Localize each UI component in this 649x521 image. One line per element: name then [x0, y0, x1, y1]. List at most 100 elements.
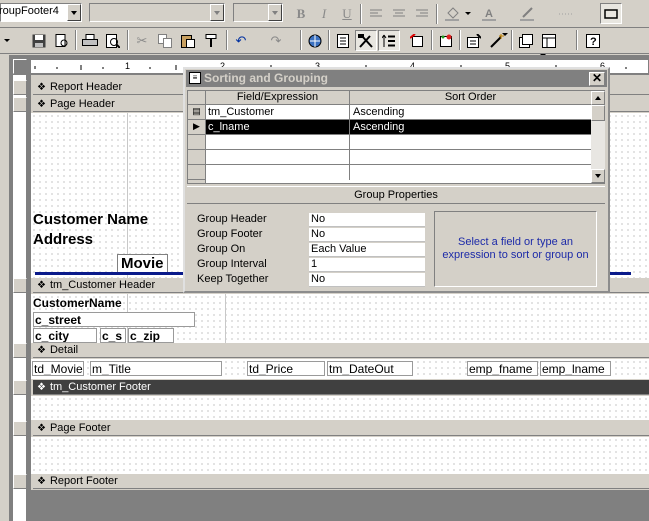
detail-selector[interactable] [13, 343, 27, 358]
detail-band[interactable]: ❖ Detail [33, 343, 649, 358]
close-button[interactable]: ✕ [589, 72, 605, 86]
cut-button[interactable]: ✂ [131, 30, 153, 51]
band-label: Page Header [49, 98, 115, 110]
redo-button[interactable]: ↷ [265, 30, 287, 51]
insert-hyperlink-button[interactable] [304, 30, 326, 51]
format-painter-button[interactable] [200, 30, 222, 51]
table-row[interactable]: tm_Customer Ascending [206, 105, 591, 120]
properties-button[interactable] [463, 30, 485, 51]
dialog-title: Sorting and Grouping [204, 71, 328, 85]
property-row: Keep Together [197, 272, 268, 287]
title-field[interactable]: m_Title [90, 361, 222, 376]
vertical-ruler[interactable] [13, 75, 27, 521]
movie-label[interactable]: Movie [117, 254, 168, 274]
page-footer-band[interactable]: ❖ Page Footer [33, 421, 649, 436]
save-button[interactable] [28, 30, 50, 51]
align-right-button[interactable] [411, 3, 433, 24]
fill-color-dropdown[interactable] [464, 3, 472, 24]
table-row[interactable] [206, 165, 591, 180]
chevron-down-icon[interactable] [210, 4, 224, 21]
report-footer-selector[interactable] [13, 474, 27, 489]
chevron-down-icon[interactable] [268, 4, 282, 21]
fill-color-button[interactable] [441, 3, 463, 24]
keep-together-value[interactable]: No [309, 273, 425, 287]
dialog-title-bar[interactable]: ≡ Sorting and Grouping ✕ [186, 70, 607, 87]
table-row[interactable] [206, 150, 591, 165]
font-color-button[interactable]: A [478, 3, 500, 24]
paste-button[interactable] [177, 30, 199, 51]
build-button[interactable] [486, 30, 508, 51]
group-header-selector[interactable] [13, 278, 27, 293]
group-header-value[interactable]: No [309, 213, 425, 227]
column-header-sort[interactable]: Sort Order [350, 91, 591, 104]
street-field[interactable]: c_street [33, 312, 195, 327]
group-footer-section[interactable] [31, 396, 649, 420]
toolbar-overflow-dropdown[interactable] [3, 30, 11, 51]
group-on-value[interactable]: Each Value [309, 243, 425, 257]
print-preview-file-button[interactable] [51, 30, 73, 51]
address-label[interactable]: Address [33, 231, 93, 249]
autoformat-button[interactable] [406, 30, 428, 51]
bold-button[interactable]: B [290, 3, 312, 24]
city-field[interactable]: c_city [33, 328, 97, 343]
row-selector[interactable] [188, 165, 205, 180]
group-interval-value[interactable]: 1 [309, 258, 425, 272]
report-footer-section[interactable] [31, 490, 649, 521]
sort-cell[interactable]: Ascending [353, 105, 589, 119]
underline-button[interactable]: U [336, 3, 358, 24]
chevron-down-icon[interactable] [67, 4, 81, 21]
scroll-thumb[interactable] [591, 105, 605, 121]
sorting-grouping-button[interactable] [378, 30, 400, 51]
font-size-combo[interactable] [233, 3, 283, 22]
emp-lname-field[interactable]: emp_lname [540, 361, 611, 376]
database-window-button[interactable] [515, 30, 537, 51]
group-footer-value[interactable]: No [309, 228, 425, 242]
date-out-field[interactable]: tm_DateOut [327, 361, 413, 376]
print-preview-button[interactable] [102, 30, 124, 51]
row-selector[interactable] [188, 150, 205, 165]
toolbox-button[interactable] [355, 30, 377, 51]
table-row[interactable] [206, 135, 591, 150]
row-selector[interactable]: ▶ [188, 120, 205, 135]
print-button[interactable] [79, 30, 101, 51]
italic-button[interactable]: I [313, 3, 335, 24]
report-header-selector[interactable] [13, 80, 27, 95]
code-button[interactable] [435, 30, 457, 51]
font-combo[interactable] [89, 3, 225, 22]
scroll-down-button[interactable] [591, 169, 605, 183]
help-button[interactable]: ? [582, 30, 604, 51]
line-color-button[interactable] [516, 3, 538, 24]
field-cell[interactable]: tm_Customer [208, 105, 348, 119]
page-footer-section[interactable] [31, 437, 649, 474]
field-cell[interactable]: c_lname [208, 120, 348, 134]
sort-cell[interactable]: Ascending [353, 120, 589, 134]
state-field[interactable]: c_s [100, 328, 126, 343]
align-center-button[interactable] [388, 3, 410, 24]
page-footer-selector[interactable] [13, 421, 27, 436]
row-selector[interactable] [188, 135, 205, 150]
emp-fname-field[interactable]: emp_fname [467, 361, 538, 376]
undo-button[interactable]: ↶ [230, 30, 252, 51]
new-object-button[interactable] [538, 30, 560, 51]
row-selector[interactable]: ▤ [188, 105, 205, 120]
line-width-button[interactable] [555, 3, 577, 24]
column-header-field[interactable]: Field/Expression [206, 91, 350, 104]
zip-field[interactable]: c_zip [128, 328, 174, 343]
grid-vertical-scrollbar[interactable] [591, 91, 605, 183]
report-footer-band[interactable]: ❖ Report Footer [33, 474, 649, 489]
field-list-button[interactable] [332, 30, 354, 51]
price-field[interactable]: td_Price [247, 361, 325, 376]
page-header-selector[interactable] [13, 97, 27, 112]
customer-name-label[interactable]: Customer Name [33, 211, 148, 229]
ruler-corner[interactable] [13, 59, 27, 74]
align-left-button[interactable] [365, 3, 387, 24]
table-row-selected[interactable]: c_lname Ascending [206, 120, 591, 135]
movie-id-field[interactable]: td_Movie [32, 361, 84, 376]
customer-name-field[interactable]: CustomerName [33, 296, 122, 310]
group-footer-selector[interactable] [13, 380, 27, 395]
group-footer-band[interactable]: ❖ tm_Customer Footer [33, 380, 649, 395]
object-combo[interactable]: roupFooter4 [0, 3, 82, 22]
scroll-up-button[interactable] [591, 91, 605, 105]
special-effect-button[interactable] [600, 3, 622, 24]
copy-button[interactable] [154, 30, 176, 51]
